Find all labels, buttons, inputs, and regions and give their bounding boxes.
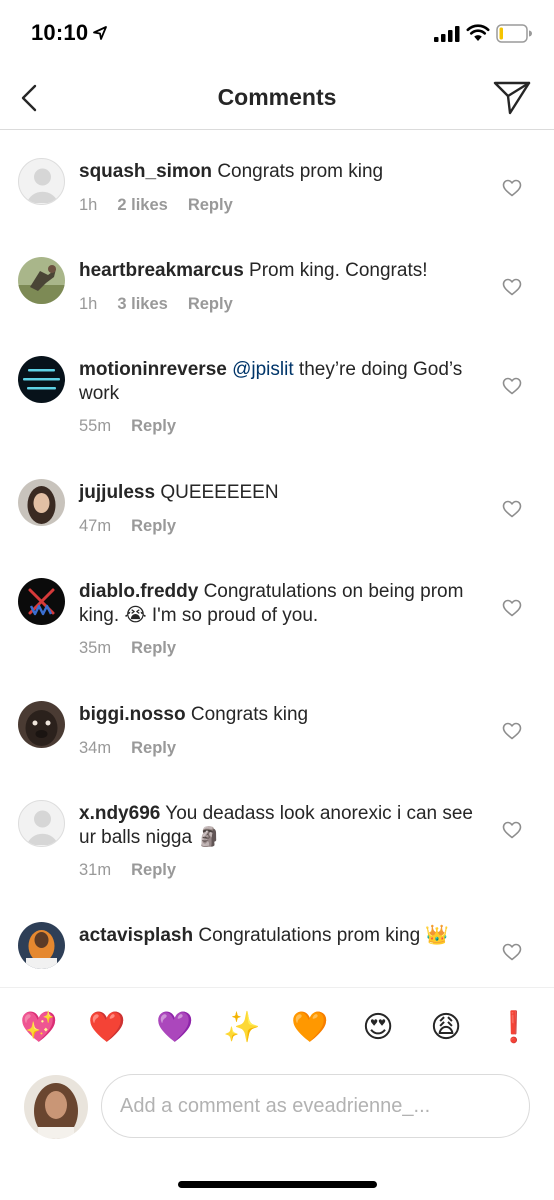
comment-body: QUEEEEEEN [160, 482, 279, 503]
comment-username[interactable]: x.ndy696 [79, 803, 160, 824]
avatar-photo [18, 257, 65, 304]
comment-time: 34m [79, 739, 112, 757]
comment-likes[interactable]: 2 likes [117, 196, 167, 215]
header: Comments [0, 66, 554, 130]
heart-icon[interactable] [502, 179, 522, 197]
avatar-photo [18, 922, 65, 969]
emoji-sparkling-heart[interactable]: 💖 [19, 1008, 59, 1048]
comment-time: 55m [79, 417, 112, 435]
avatar[interactable] [18, 922, 65, 969]
avatar-neon-sign [18, 356, 65, 403]
heart-icon[interactable] [502, 278, 522, 296]
avatar[interactable] [18, 800, 65, 847]
wifi-icon [466, 24, 490, 41]
comment-text: heartbreakmarcus Prom king. Congrats! [79, 259, 479, 283]
page-title: Comments [217, 84, 337, 110]
comment-username[interactable]: squash_simon [79, 161, 212, 182]
comment-input[interactable] [101, 1074, 530, 1138]
battery-icon [496, 24, 532, 43]
comment-body: Congrats prom king [217, 161, 384, 182]
heart-icon[interactable] [502, 599, 522, 617]
comment-username[interactable]: jujjuless [79, 482, 155, 503]
avatar[interactable] [18, 356, 65, 403]
default-avatar-icon [27, 810, 58, 845]
default-avatar-icon [27, 168, 58, 203]
comment-time: 35m [79, 639, 112, 657]
avatar[interactable] [18, 701, 65, 748]
status-time: 10:10 [31, 20, 89, 45]
comment-time: 1h [79, 196, 98, 214]
comment-body: Congratulations prom king 👑 [198, 925, 450, 946]
comment-text: x.ndy696 You deadass look anorexic i can… [79, 802, 479, 850]
comment-meta: 1h 3 likes Reply [79, 295, 253, 317]
reply-button[interactable]: Reply [131, 517, 176, 536]
comment-meta: 47m Reply [79, 517, 196, 539]
avatar[interactable] [18, 158, 65, 205]
comment-body: Prom king. Congrats! [249, 260, 428, 281]
comment-body: Congrats king [190, 704, 309, 725]
location-arrow-icon [93, 26, 107, 40]
reply-button[interactable]: Reply [131, 861, 176, 880]
avatar-photo [24, 1075, 88, 1139]
reply-button[interactable]: Reply [131, 639, 176, 658]
comment-time: 31m [79, 861, 112, 879]
comment-username[interactable]: actavisplash [79, 925, 193, 946]
emoji-red-heart[interactable]: ❤️ [87, 1008, 127, 1048]
cellular-signal-icon [434, 26, 460, 42]
comment-time: 47m [79, 517, 112, 535]
comment-username[interactable]: heartbreakmarcus [79, 260, 244, 281]
reply-button[interactable]: Reply [188, 295, 233, 314]
emoji-weary-face[interactable]: 😩 [426, 1008, 466, 1048]
emoji-heart-eyes[interactable]: 😍 [358, 1008, 398, 1048]
heart-icon[interactable] [502, 722, 522, 740]
comment-text: jujjuless QUEEEEEEN [79, 481, 479, 505]
quick-emoji-bar: 💖 ❤️ 💜 ✨ 🧡 😍 😩 ❗ [0, 1008, 554, 1048]
emoji-exclamation[interactable]: ❗ [494, 1008, 534, 1048]
heart-icon[interactable] [502, 377, 522, 395]
emoji-purple-heart[interactable]: 💜 [155, 1008, 195, 1048]
comment-mention[interactable]: @jpislit [232, 359, 294, 380]
comment-username[interactable]: motioninreverse [79, 359, 227, 380]
comment-text: squash_simon Congrats prom king [79, 160, 479, 184]
comment-text: diablo.freddy Congratulations on being p… [79, 580, 479, 628]
comment-meta: 31m Reply [79, 861, 196, 883]
avatar-photo [18, 701, 65, 748]
status-bar: 10:10 [0, 0, 554, 66]
comment-meta: 1h 2 likes Reply [79, 196, 253, 218]
avatar[interactable] [18, 257, 65, 304]
comment-meta: 34m Reply [79, 739, 196, 761]
avatar-photo [18, 479, 65, 526]
comment-time: 1h [79, 295, 98, 313]
heart-icon[interactable] [502, 821, 522, 839]
reply-button[interactable]: Reply [188, 196, 233, 215]
comment-username[interactable]: diablo.freddy [79, 581, 198, 602]
heart-icon[interactable] [502, 943, 522, 961]
comment-meta: 55m Reply [79, 417, 196, 439]
avatar[interactable] [18, 479, 65, 526]
direct-message-icon[interactable] [492, 78, 532, 116]
comment-composer: 💖 ❤️ 💜 ✨ 🧡 😍 😩 ❗ [0, 987, 554, 1200]
heart-icon[interactable] [502, 500, 522, 518]
comment-meta: 35m Reply [79, 639, 196, 661]
avatar[interactable] [18, 578, 65, 625]
reply-button[interactable]: Reply [131, 739, 176, 758]
home-indicator[interactable] [178, 1181, 377, 1188]
emoji-sparkles[interactable]: ✨ [222, 1008, 262, 1048]
comment-username[interactable]: biggi.nosso [79, 704, 186, 725]
current-user-avatar [24, 1075, 88, 1139]
comment-text: actavisplash Congratulations prom king 👑 [79, 924, 479, 948]
reply-button[interactable]: Reply [131, 417, 176, 436]
comment-text: motioninreverse @jpislit they’re doing G… [79, 358, 479, 406]
avatar-logo [18, 578, 65, 625]
emoji-orange-heart[interactable]: 🧡 [290, 1008, 330, 1048]
comment-text: biggi.nosso Congrats king [79, 703, 479, 727]
comment-likes[interactable]: 3 likes [117, 295, 167, 314]
